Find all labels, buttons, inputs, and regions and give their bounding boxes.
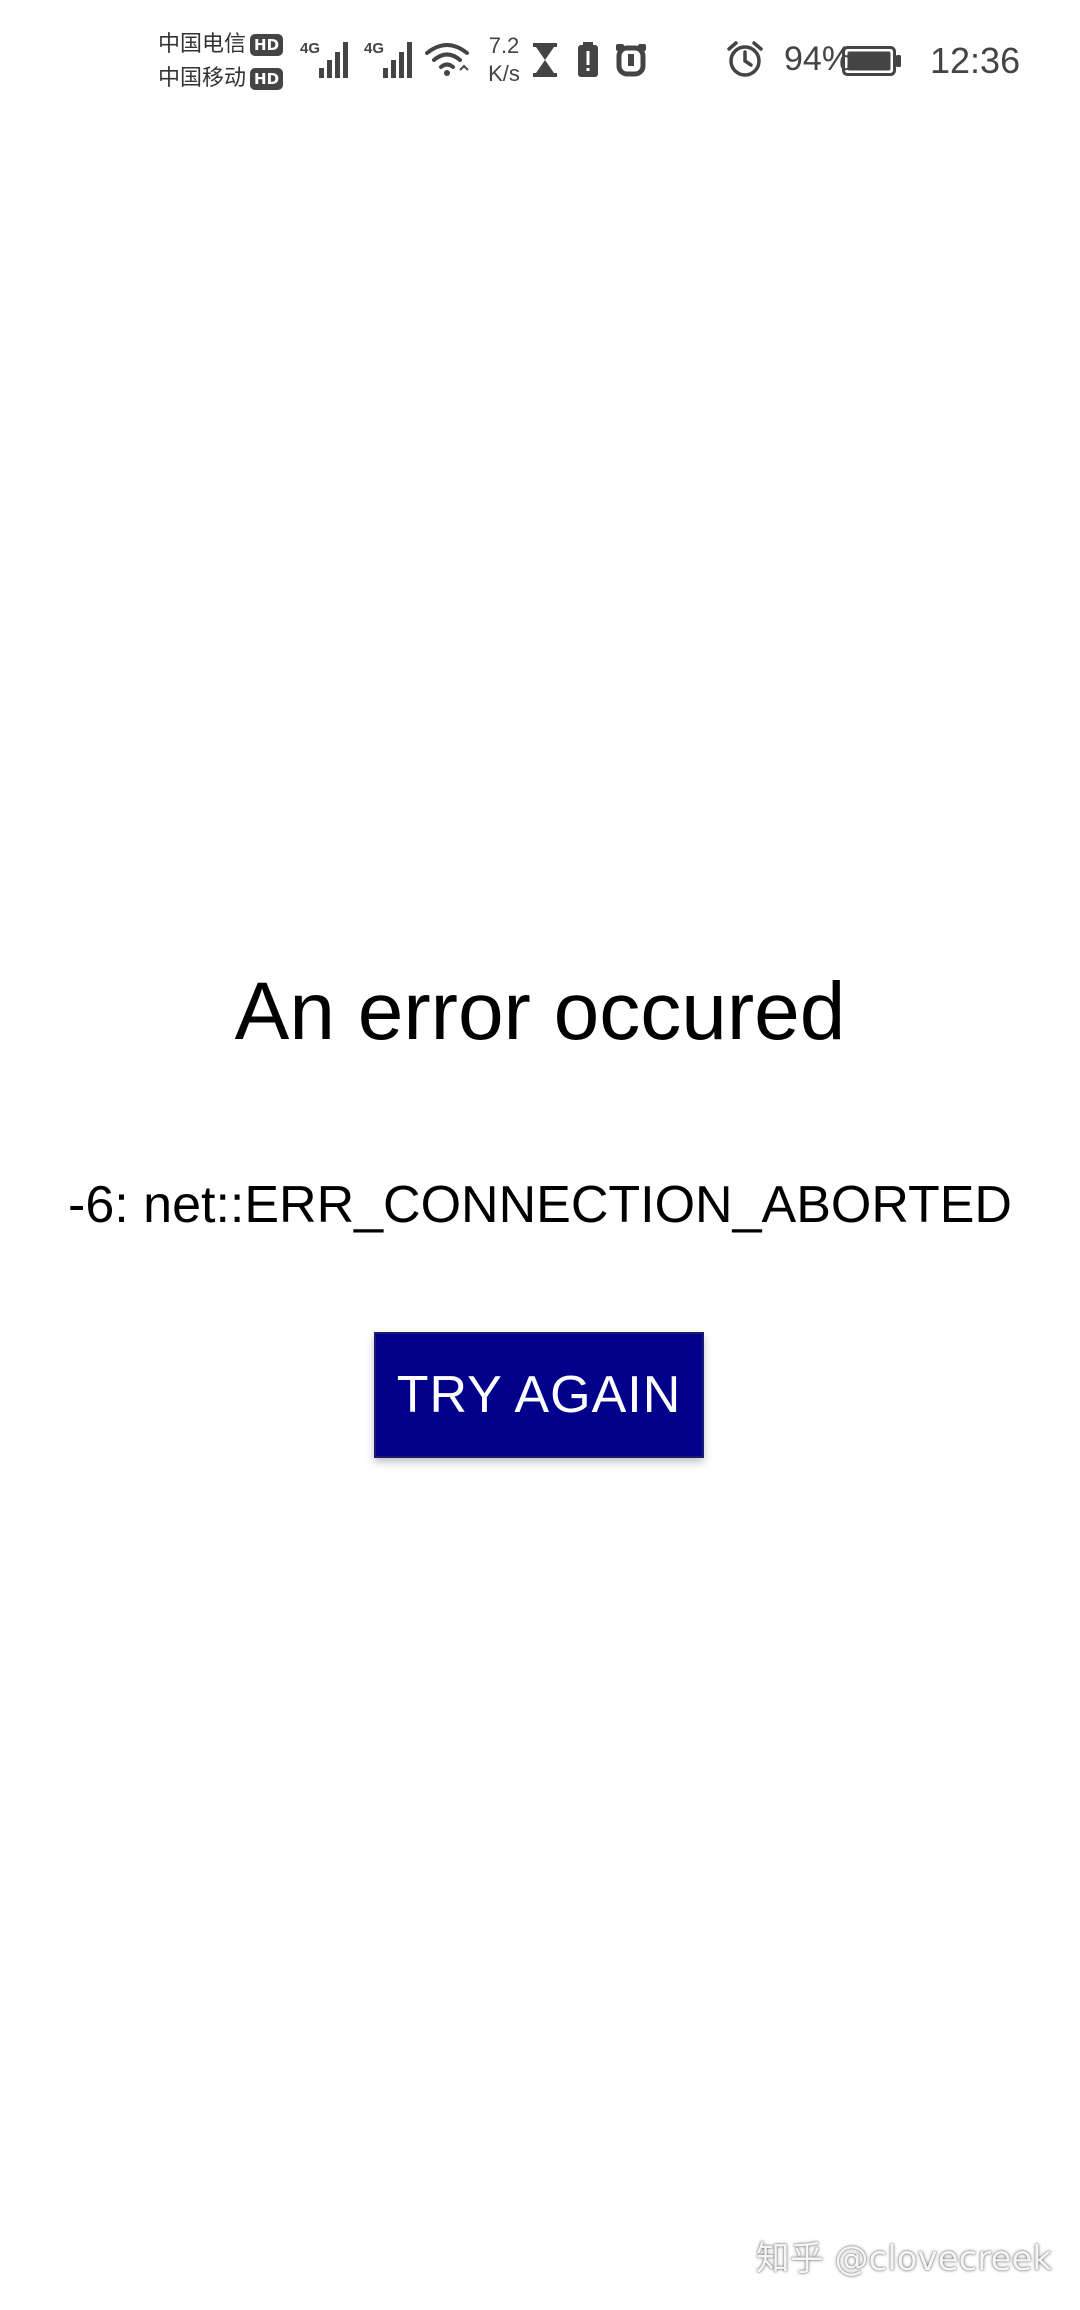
network-speed: 7.2 K/s bbox=[480, 32, 528, 88]
carrier-name-1: 中国电信 bbox=[158, 32, 247, 57]
wifi-icon bbox=[425, 43, 469, 76]
hd-badge-1: HD bbox=[250, 34, 284, 56]
hourglass-icon bbox=[533, 43, 557, 77]
battery-alert-icon bbox=[578, 42, 598, 77]
app-notification-icon bbox=[616, 44, 646, 77]
network-speed-unit: K/s bbox=[488, 61, 520, 86]
signal-icon bbox=[319, 42, 348, 78]
watermark: 知乎 @clovecreek bbox=[755, 2239, 1052, 2279]
network-type-label-2: 4G bbox=[364, 40, 385, 57]
network-type-label-1: 4G bbox=[300, 40, 321, 57]
carrier-info: 中国电信 HD 中国移动 HD bbox=[158, 28, 296, 96]
battery-icon bbox=[842, 46, 901, 76]
error-code: -6: net::ERR_CONNECTION_ABORTED bbox=[68, 1176, 1012, 1234]
error-title: An error occured bbox=[234, 966, 846, 1057]
try-again-button[interactable]: TRY AGAIN bbox=[374, 1332, 704, 1458]
status-bar: 中国电信 HD 中国移动 HD 4G 4G 7.2 K/s 94% 12:36 bbox=[0, 0, 1080, 124]
network-speed-value: 7.2 bbox=[488, 33, 520, 58]
carrier-row-1: 中国电信 HD bbox=[158, 28, 296, 62]
alarm-icon bbox=[727, 41, 763, 77]
status-clock: 12:36 bbox=[930, 40, 1021, 81]
hd-badge-2: HD bbox=[250, 68, 284, 90]
signal-icon bbox=[383, 42, 412, 78]
carrier-name-2: 中国移动 bbox=[158, 66, 247, 91]
carrier-row-2: 中国移动 HD bbox=[158, 62, 296, 96]
